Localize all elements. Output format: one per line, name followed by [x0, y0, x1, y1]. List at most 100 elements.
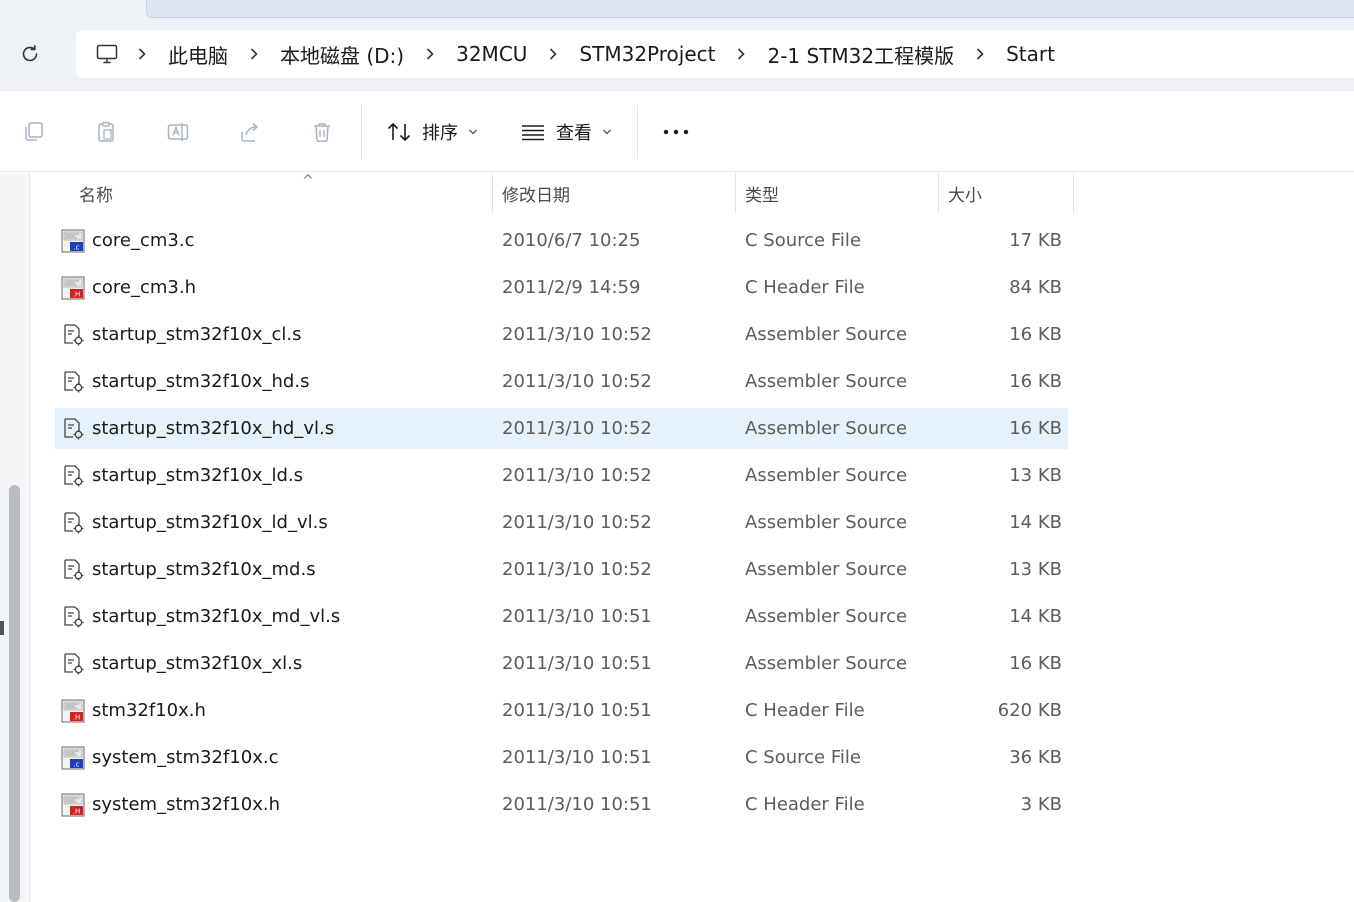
- sort-arrows-icon: [387, 123, 411, 141]
- delete-button[interactable]: [309, 119, 335, 145]
- file-name-cell[interactable]: .H core_cm3.h: [61, 267, 196, 308]
- breadcrumb-project-template[interactable]: 2-1 STM32工程模版: [763, 40, 958, 69]
- file-row[interactable]: startup_stm32f10x_xl.s 2011/3/10 10:51 Ass…: [55, 643, 1068, 684]
- share-button[interactable]: [237, 119, 263, 145]
- file-row[interactable]: .c system_stm32f10x.c 2011/3/10 10:51 C Sou…: [55, 737, 1068, 778]
- file-name-cell[interactable]: startup_stm32f10x_md.s: [61, 549, 316, 590]
- breadcrumb-chevron[interactable]: [531, 47, 575, 61]
- column-header-name-label: 名称: [79, 185, 113, 206]
- file-name: startup_stm32f10x_hd_vl.s: [92, 418, 335, 439]
- rename-button[interactable]: [165, 119, 191, 145]
- breadcrumb-chevron[interactable]: [232, 47, 276, 61]
- file-name-cell[interactable]: .H system_stm32f10x.h: [61, 784, 280, 825]
- toolbar-divider: [637, 105, 638, 159]
- file-row[interactable]: .H stm32f10x.h 2011/3/10 10:51 C Header Fil…: [55, 690, 1068, 731]
- file-size: 3 KB: [1020, 794, 1062, 815]
- file-name: startup_stm32f10x_ld.s: [92, 465, 304, 486]
- address-bar[interactable]: 此电脑 本地磁盘 (D:) 32MCU STM32Project 2-1 STM…: [76, 30, 1354, 78]
- file-name-cell[interactable]: startup_stm32f10x_hd_vl.s: [61, 408, 334, 449]
- clipboard-icon: [98, 121, 114, 142]
- file-size: 16 KB: [1009, 418, 1062, 439]
- more-dots-icon: [663, 129, 689, 135]
- file-row[interactable]: startup_stm32f10x_hd.s 2011/3/10 10:52 Ass…: [55, 361, 1068, 402]
- column-header-date[interactable]: 修改日期: [492, 173, 734, 213]
- file-size: 36 KB: [1009, 747, 1062, 768]
- trash-icon: [314, 123, 330, 143]
- copy-button[interactable]: [21, 119, 47, 145]
- navigation-pane: [0, 173, 30, 902]
- file-type: C Header File: [745, 794, 865, 815]
- view-button[interactable]: 查看: [520, 115, 612, 149]
- breadcrumb-local-disk-d[interactable]: 本地磁盘 (D:): [276, 40, 408, 69]
- file-row[interactable]: startup_stm32f10x_md_vl.s 2011/3/10 10:51…: [55, 596, 1068, 637]
- breadcrumb-start[interactable]: Start: [1002, 42, 1059, 66]
- file-row[interactable]: startup_stm32f10x_md.s 2011/3/10 10:52 Ass…: [55, 549, 1068, 590]
- file-row[interactable]: .H core_cm3.h 2011/2/9 14:59 C Header File 8…: [55, 267, 1068, 308]
- file-row[interactable]: .c core_cm3.c 2010/6/7 10:25 C Source File 1…: [55, 220, 1068, 261]
- file-name-cell[interactable]: .H stm32f10x.h: [61, 690, 206, 731]
- file-type: C Header File: [745, 277, 865, 298]
- chevron-down-icon: [603, 129, 611, 135]
- file-type: Assembler Source: [745, 653, 908, 674]
- chevron-down-icon: [469, 129, 477, 135]
- file-name-cell[interactable]: startup_stm32f10x_xl.s: [61, 643, 302, 684]
- breadcrumb-chevron[interactable]: [719, 47, 763, 61]
- breadcrumb-32mcu[interactable]: 32MCU: [452, 42, 531, 66]
- navigation-scrollbar-thumb[interactable]: [9, 485, 20, 902]
- file-type: C Source File: [745, 230, 861, 251]
- breadcrumb-stm32project[interactable]: STM32Project: [575, 42, 719, 66]
- svg-text:.H: .H: [73, 807, 81, 815]
- this-pc-button[interactable]: [94, 41, 120, 67]
- file-name-cell[interactable]: .c core_cm3.c: [61, 220, 195, 261]
- file-type: Assembler Source: [745, 606, 908, 627]
- column-header-name[interactable]: 名称: [69, 173, 489, 213]
- sort-button[interactable]: 排序: [386, 115, 478, 149]
- refresh-button[interactable]: [14, 38, 46, 70]
- file-row[interactable]: startup_stm32f10x_hd_vl.s 2011/3/10 10:52…: [55, 408, 1068, 449]
- column-header-type-label: 类型: [745, 185, 779, 206]
- refresh-icon: [22, 45, 38, 62]
- column-divider[interactable]: [1073, 173, 1074, 213]
- copy-icon: [25, 122, 43, 141]
- paste-button[interactable]: [93, 119, 119, 145]
- breadcrumb-chevron[interactable]: [958, 47, 1002, 61]
- assembler-file-icon: [61, 511, 85, 535]
- file-modified-date: 2011/3/10 10:52: [502, 559, 652, 580]
- file-type: Assembler Source: [745, 371, 908, 392]
- file-list-area: 名称 ^ 修改日期 类型 大小 .c core_cm3.c 2010/6/7 10:…: [0, 173, 1354, 902]
- file-name-cell[interactable]: startup_stm32f10x_ld.s: [61, 455, 303, 496]
- svg-text:.c: .c: [73, 760, 79, 768]
- assembler-file-icon: [61, 323, 85, 347]
- file-name-cell[interactable]: startup_stm32f10x_md_vl.s: [61, 596, 340, 637]
- file-size: 13 KB: [1009, 559, 1062, 580]
- breadcrumb-chevron[interactable]: [408, 47, 452, 61]
- file-size: 17 KB: [1009, 230, 1062, 251]
- breadcrumb-chevron[interactable]: [120, 47, 164, 61]
- file-name: core_cm3.h: [92, 277, 197, 298]
- breadcrumb-this-pc[interactable]: 此电脑: [164, 40, 232, 69]
- file-row[interactable]: startup_stm32f10x_ld_vl.s 2011/3/10 10:52…: [55, 502, 1068, 543]
- file-name: core_cm3.c: [92, 230, 195, 251]
- column-header-type[interactable]: 类型: [735, 173, 937, 213]
- file-modified-date: 2011/3/10 10:51: [502, 653, 652, 674]
- column-header-size[interactable]: 大小: [938, 173, 1073, 213]
- file-type: Assembler Source: [745, 418, 908, 439]
- assembler-file-icon: [61, 605, 85, 629]
- column-header-size-label: 大小: [948, 185, 982, 206]
- column-header-row: 名称 ^ 修改日期 类型 大小: [30, 173, 1074, 213]
- more-options-button[interactable]: [660, 115, 692, 149]
- file-type: Assembler Source: [745, 559, 908, 580]
- file-name-cell[interactable]: startup_stm32f10x_hd.s: [61, 361, 309, 402]
- file-name-cell[interactable]: startup_stm32f10x_cl.s: [61, 314, 302, 355]
- sort-label: 排序: [422, 123, 458, 144]
- active-tab[interactable]: [146, 0, 1354, 18]
- file-modified-date: 2011/3/10 10:51: [502, 606, 652, 627]
- file-name: system_stm32f10x.c: [92, 747, 279, 768]
- file-row[interactable]: startup_stm32f10x_cl.s 2011/3/10 10:52 Ass…: [55, 314, 1068, 355]
- file-name-cell[interactable]: .c system_stm32f10x.c: [61, 737, 278, 778]
- file-name-cell[interactable]: startup_stm32f10x_ld_vl.s: [61, 502, 328, 543]
- file-size: 14 KB: [1009, 512, 1062, 533]
- file-row[interactable]: startup_stm32f10x_ld.s 2011/3/10 10:52 Ass…: [55, 455, 1068, 496]
- svg-text:.c: .c: [73, 243, 79, 251]
- file-row[interactable]: .H system_stm32f10x.h 2011/3/10 10:51 C Hea…: [55, 784, 1068, 825]
